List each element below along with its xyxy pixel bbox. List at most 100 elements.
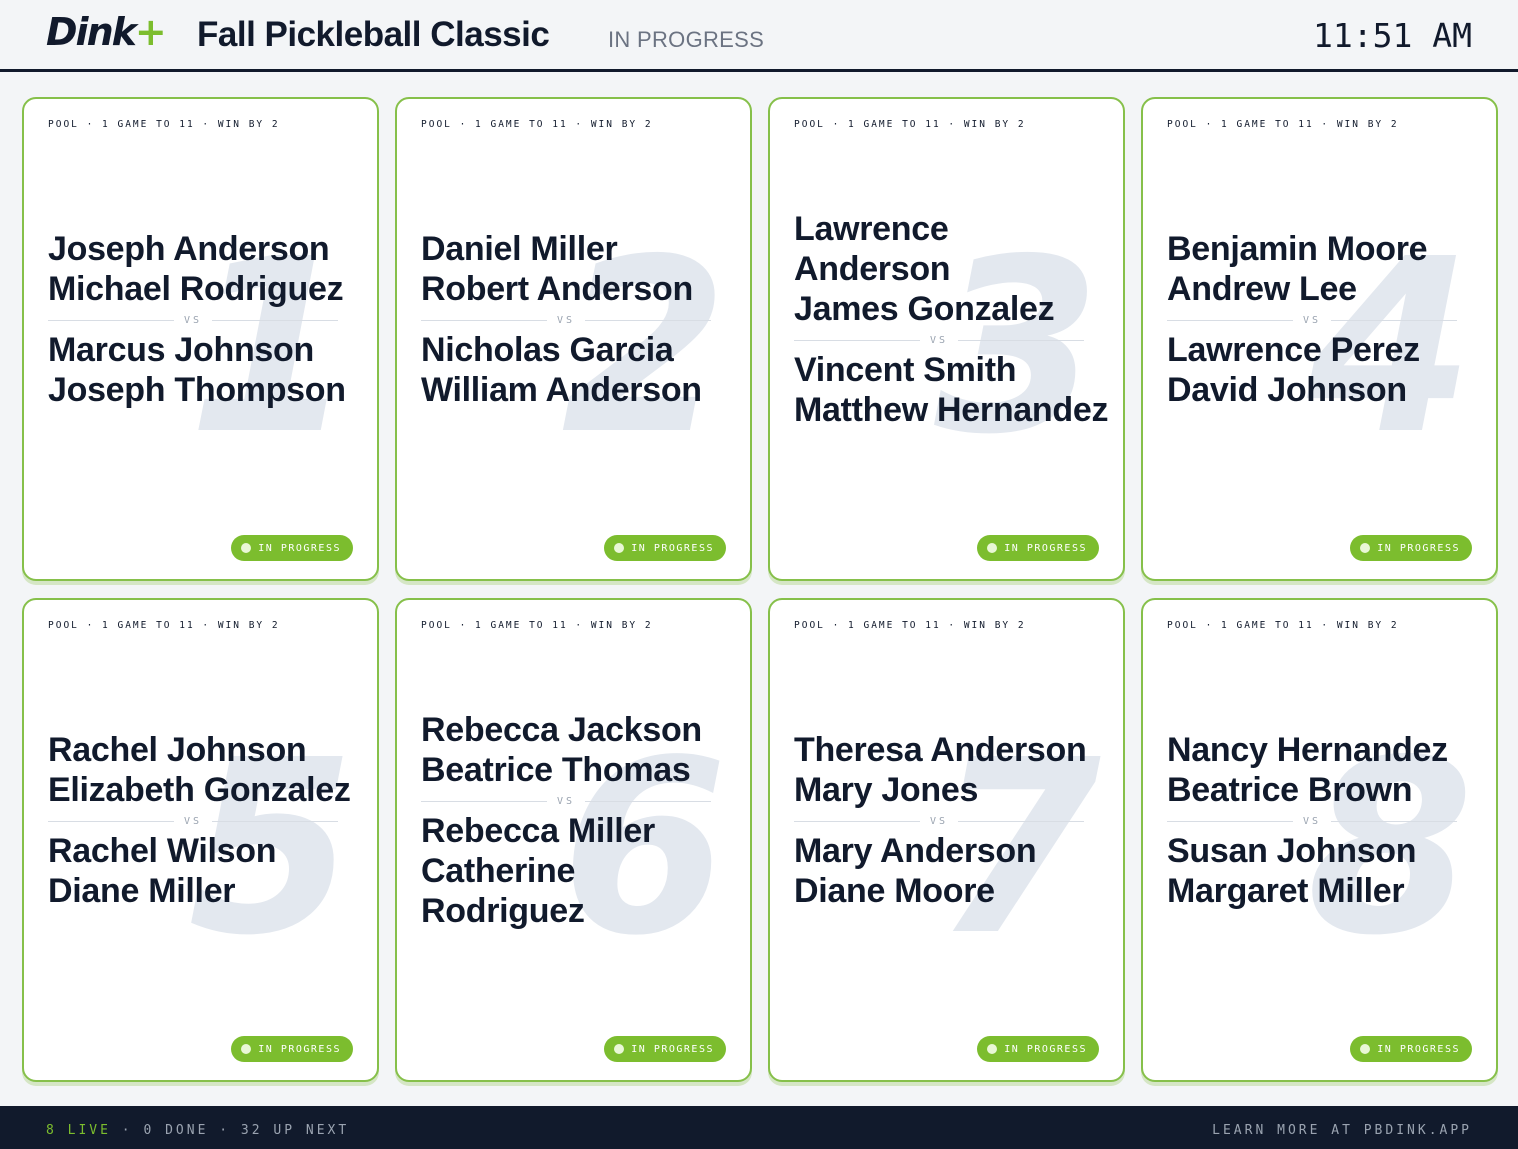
- team-a-player: Beatrice Thomas: [421, 750, 691, 789]
- team-a-player: Lawrence Anderson: [794, 209, 951, 288]
- teams: Benjamin Moore Andrew Lee VS Lawrence Perez…: [1167, 99, 1482, 509]
- match-format: POOL · 1 GAME TO 11 · WIN BY 2: [794, 119, 1026, 130]
- team-b-player: Diane Moore: [794, 871, 995, 910]
- status-badge: IN PROGRESS: [977, 1036, 1099, 1062]
- team-a-player: Benjamin Moore: [1167, 229, 1428, 268]
- learn-more-link[interactable]: LEARN MORE AT PBDINK.APP: [1212, 1123, 1472, 1138]
- up-next-count: 32 UP NEXT: [240, 1123, 350, 1138]
- match-card[interactable]: 4 POOL · 1 GAME TO 11 · WIN BY 2 Benjamin …: [1141, 97, 1498, 581]
- vs-label: VS: [183, 815, 203, 827]
- teams: Theresa Anderson Mary Jones VS Mary Anderso…: [794, 600, 1109, 1010]
- teams: Rachel Johnson Elizabeth Gonzalez VS Rachel…: [48, 600, 363, 1010]
- live-dot-icon: [614, 543, 625, 553]
- team-b-player: Nicholas Garcia: [421, 330, 674, 369]
- team-b-player: Susan Johnson: [1167, 831, 1417, 870]
- match-card[interactable]: 1 POOL · 1 GAME TO 11 · WIN BY 2 Joseph An…: [22, 97, 379, 581]
- vs-divider: VS: [1167, 816, 1457, 827]
- status-badge: IN PROGRESS: [604, 1036, 726, 1062]
- teams: Daniel Miller Robert Anderson VS Nicholas G…: [421, 99, 736, 509]
- team-a-player: Mary Jones: [794, 770, 979, 809]
- vs-divider: VS: [794, 335, 1084, 346]
- status-badge: IN PROGRESS: [1350, 535, 1472, 561]
- match-card[interactable]: 8 POOL · 1 GAME TO 11 · WIN BY 2 Nancy Her…: [1141, 598, 1498, 1082]
- live-dot-icon: [241, 1044, 252, 1054]
- team-b-player: Mary Anderson: [794, 831, 1037, 870]
- match-card[interactable]: 3 POOL · 1 GAME TO 11 · WIN BY 2 Lawrence …: [768, 97, 1125, 581]
- clock: 11:51 AM: [1313, 16, 1472, 55]
- vs-label: VS: [1302, 314, 1322, 326]
- live-count: 8 LIVE: [46, 1123, 111, 1138]
- team-a-player: Nancy Hernandez: [1167, 730, 1448, 769]
- teams: Joseph Anderson Michael Rodriguez VS Marcus…: [48, 99, 363, 509]
- team-b-player: Margaret Miller: [1167, 871, 1405, 910]
- team-a-player: Rachel Johnson: [48, 730, 307, 769]
- team-b-player: Diane Miller: [48, 871, 236, 910]
- done-count: 0 DONE: [143, 1123, 209, 1138]
- team-b-player: Matthew Hernandez: [794, 390, 1109, 429]
- team-a-player: Michael Rodriguez: [48, 269, 344, 308]
- teams: Nancy Hernandez Beatrice Brown VS Susan Joh…: [1167, 600, 1482, 1010]
- status-label: IN PROGRESS: [631, 1043, 714, 1055]
- teams: Rebecca Jackson Beatrice Thomas VS Rebecca …: [421, 600, 736, 1010]
- team-a-player: Rebecca Jackson: [421, 710, 702, 749]
- status-badge: IN PROGRESS: [231, 1036, 353, 1062]
- status-badge: IN PROGRESS: [231, 535, 353, 561]
- status-label: IN PROGRESS: [1004, 1043, 1087, 1055]
- team-b-player: Marcus Johnson: [48, 330, 314, 369]
- status-label: IN PROGRESS: [1377, 1043, 1460, 1055]
- team-a-player: Andrew Lee: [1167, 269, 1357, 308]
- vs-label: VS: [183, 314, 203, 326]
- team-b-player: William Anderson: [421, 370, 702, 409]
- match-card[interactable]: 5 POOL · 1 GAME TO 11 · WIN BY 2 Rachel Jo…: [22, 598, 379, 1082]
- logo-plus: +: [134, 10, 167, 54]
- status-badge: IN PROGRESS: [1350, 1036, 1472, 1062]
- footer-stats: 8 LIVE · 0 DONE · 32 UP NEXT: [46, 1123, 349, 1138]
- team-b-player: David Johnson: [1167, 370, 1407, 409]
- match-card[interactable]: 6 POOL · 1 GAME TO 11 · WIN BY 2 Rebecca J…: [395, 598, 752, 1082]
- status-label: IN PROGRESS: [258, 1043, 341, 1055]
- match-format: POOL · 1 GAME TO 11 · WIN BY 2: [48, 620, 280, 631]
- team-b-player: Rebecca Miller: [421, 811, 655, 850]
- team-b-player: Joseph Thompson: [48, 370, 346, 409]
- event-title: Fall Pickleball Classic: [197, 15, 550, 54]
- live-dot-icon: [1360, 543, 1371, 553]
- vs-divider: VS: [1167, 315, 1457, 326]
- logo-text: Dink: [46, 10, 137, 54]
- live-dot-icon: [987, 543, 998, 553]
- stats-separator: ·: [110, 1123, 144, 1138]
- status-label: IN PROGRESS: [631, 542, 714, 554]
- live-dot-icon: [614, 1044, 625, 1054]
- vs-label: VS: [556, 795, 576, 807]
- match-format: POOL · 1 GAME TO 11 · WIN BY 2: [1167, 119, 1399, 130]
- vs-divider: VS: [421, 796, 711, 807]
- status-label: IN PROGRESS: [1377, 542, 1460, 554]
- team-a-player: Theresa Anderson: [794, 730, 1087, 769]
- event-status: IN PROGRESS: [608, 27, 765, 52]
- vs-divider: VS: [48, 816, 338, 827]
- vs-divider: VS: [794, 816, 1084, 827]
- match-format: POOL · 1 GAME TO 11 · WIN BY 2: [794, 620, 1026, 631]
- status-badge: IN PROGRESS: [977, 535, 1099, 561]
- team-a-player: Elizabeth Gonzalez: [48, 770, 351, 809]
- team-a-player: Joseph Anderson: [48, 229, 330, 268]
- team-b-player: Catherine Rodriguez: [421, 851, 585, 930]
- match-format: POOL · 1 GAME TO 11 · WIN BY 2: [421, 119, 653, 130]
- stats-separator: ·: [208, 1123, 241, 1138]
- header-bar: Dink+ Fall Pickleball Classic IN PROGRES…: [0, 0, 1518, 72]
- team-a-player: Daniel Miller: [421, 229, 618, 268]
- teams: Lawrence Anderson James Gonzalez VS Vincent…: [794, 99, 1109, 509]
- dink-logo: Dink+: [46, 10, 167, 54]
- team-a-player: Beatrice Brown: [1167, 770, 1413, 809]
- vs-divider: VS: [421, 315, 711, 326]
- status-label: IN PROGRESS: [258, 542, 341, 554]
- match-card[interactable]: 2 POOL · 1 GAME TO 11 · WIN BY 2 Daniel Mi…: [395, 97, 752, 581]
- match-format: POOL · 1 GAME TO 11 · WIN BY 2: [48, 119, 280, 130]
- match-card[interactable]: 7 POOL · 1 GAME TO 11 · WIN BY 2 Theresa A…: [768, 598, 1125, 1082]
- team-a-player: James Gonzalez: [794, 289, 1055, 328]
- live-dot-icon: [241, 543, 252, 553]
- match-format: POOL · 1 GAME TO 11 · WIN BY 2: [1167, 620, 1399, 631]
- vs-label: VS: [929, 334, 949, 346]
- footer-bar: 8 LIVE · 0 DONE · 32 UP NEXT LEARN MORE …: [0, 1106, 1518, 1149]
- team-b-player: Rachel Wilson: [48, 831, 277, 870]
- team-b-player: Lawrence Perez: [1167, 330, 1420, 369]
